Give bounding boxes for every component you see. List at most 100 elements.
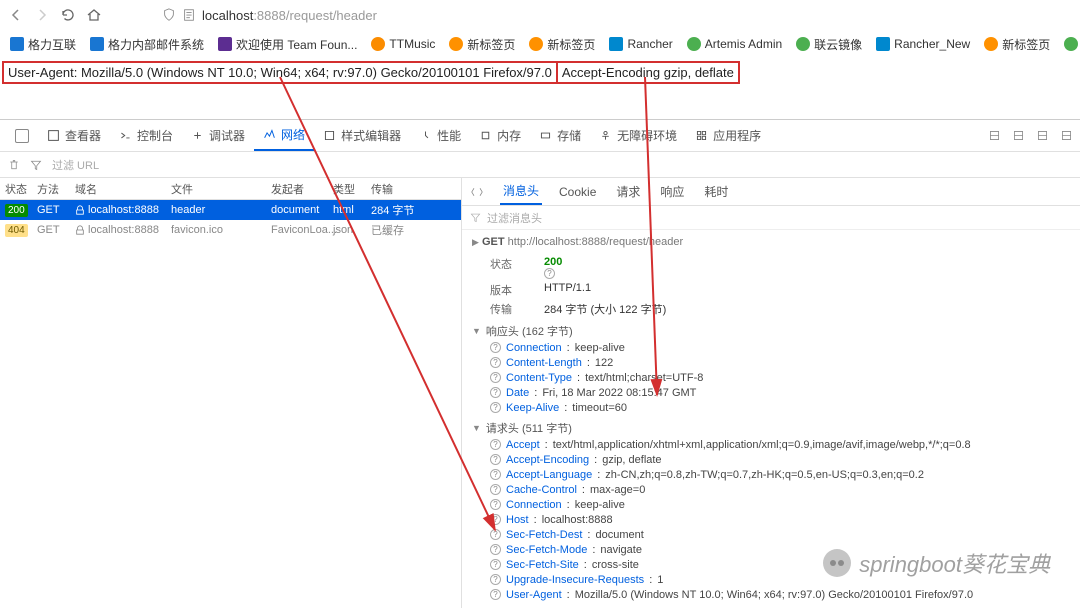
help-icon[interactable]: ? [490, 372, 501, 383]
help-icon[interactable]: ? [490, 514, 501, 525]
watermark: springboot葵花宝典 [823, 547, 1050, 579]
url-host: localhost [202, 8, 253, 23]
col-initiator[interactable]: 发起者 [266, 181, 328, 197]
tab-label: 存储 [557, 127, 581, 144]
help-icon[interactable]: ? [490, 439, 501, 450]
favicon-icon [449, 37, 463, 51]
help-icon[interactable]: ? [490, 544, 501, 555]
cell-initiator: document [266, 204, 328, 216]
panel-settings-icon[interactable] [986, 128, 1002, 144]
response-headers-section[interactable]: ▼ 响应头 (162 字节) [472, 323, 1070, 339]
devtools-tab[interactable]: 性能 [410, 120, 470, 151]
url-filter-input[interactable]: 过滤 URL [52, 157, 482, 173]
toggle-raw-icon[interactable] [468, 178, 486, 205]
bookmark-item[interactable]: 联云镜像 [796, 36, 862, 53]
url-bar[interactable]: localhost:8888/request/header [162, 8, 1072, 23]
help-icon[interactable]: ? [490, 484, 501, 495]
page-icon [182, 8, 196, 22]
table-row[interactable]: 200GETlocalhost:8888headerdocumenthtml28… [0, 200, 461, 220]
favicon-icon [984, 37, 998, 51]
inspector-picker-icon[interactable] [6, 120, 38, 151]
table-row[interactable]: 404GETlocalhost:8888favicon.icoFaviconLo… [0, 220, 461, 240]
details-panel: 消息头Cookie请求响应耗时 过滤消息头 ▶ GET http://local… [462, 178, 1080, 608]
bookmark-label: Rancher_New [894, 37, 970, 51]
devtools-tab[interactable]: 查看器 [38, 120, 110, 151]
devtools-tab[interactable]: 样式编辑器 [314, 120, 410, 151]
bookmark-item[interactable]: Artemis Admin [687, 37, 782, 51]
filter-icon[interactable] [30, 159, 42, 171]
devtools-tab[interactable]: 内存 [470, 120, 530, 151]
tab-icon [599, 129, 612, 142]
bookmark-item[interactable]: TTMusic [371, 37, 435, 51]
devtools-filter-bar: 过滤 URL [0, 152, 1080, 178]
detail-tab[interactable]: 耗时 [701, 178, 731, 205]
header-filter[interactable]: 过滤消息头 [462, 206, 1080, 230]
devtools-tab[interactable]: 调试器 [182, 120, 254, 151]
help-icon[interactable]: ? [490, 387, 501, 398]
devtools: 查看器控制台 调试器网络样式编辑器 性能内存 存储无障碍环境应用程序 过滤 URL 状… [0, 119, 1080, 608]
help-icon[interactable]: ? [490, 342, 501, 353]
detail-tab[interactable]: 消息头 [500, 178, 542, 205]
detail-tab[interactable]: 响应 [657, 178, 687, 205]
lock-icon [75, 225, 85, 235]
bookmark-item[interactable]: 新标签页 [449, 36, 515, 53]
help-icon[interactable]: ? [490, 469, 501, 480]
col-method[interactable]: 方法 [32, 181, 70, 197]
details-tabs: 消息头 Cookie 请求响应耗时 [462, 178, 1080, 206]
tab-label: 性能 [437, 127, 461, 144]
help-icon[interactable]: ? [490, 402, 501, 413]
bookmark-label: 联云镜像 [814, 36, 862, 53]
header-row: ?Cache-Control: max-age=0 [490, 484, 1070, 496]
panel-more-icon[interactable] [1034, 128, 1050, 144]
detail-tab[interactable]: 请求 [613, 178, 643, 205]
bookmark-item[interactable]: Rancher [609, 37, 672, 51]
detail-tab[interactable]: Cookie [556, 178, 599, 205]
devtools-tab[interactable]: 无障碍环境 [590, 120, 686, 151]
bookmark-item[interactable]: 欢迎使用 Team Foun... [218, 36, 357, 53]
bookmark-item[interactable]: 格力互联 [10, 36, 76, 53]
highlight-accept-encoding: Accept-Encoding gzip, deflate [558, 61, 740, 84]
bookmark-item[interactable]: 格力内部邮件系统 [90, 36, 204, 53]
request-headers-section[interactable]: ▼ 请求头 (511 字节) [472, 420, 1070, 436]
bookmark-label: 格力内部邮件系统 [108, 36, 204, 53]
help-icon[interactable]: ? [544, 268, 555, 279]
help-icon[interactable]: ? [490, 357, 501, 368]
back-icon[interactable] [8, 7, 24, 23]
favicon-icon [371, 37, 385, 51]
cell-file: header [166, 204, 266, 216]
help-icon[interactable]: ? [490, 559, 501, 570]
help-icon[interactable]: ? [490, 529, 501, 540]
request-table: 状态 方法 域名 文件 发起者 类型 传输 200GETlocalhost:88… [0, 178, 462, 608]
col-type[interactable]: 类型 [328, 181, 366, 197]
col-status[interactable]: 状态 [0, 181, 32, 197]
devtools-tab[interactable]: 应用程序 [686, 120, 770, 151]
devtools-tab[interactable]: 控制台 [110, 120, 182, 151]
col-transfer[interactable]: 传输 [366, 181, 424, 197]
favicon-icon [90, 37, 104, 51]
col-file[interactable]: 文件 [166, 181, 266, 197]
cell-initiator: FaviconLoa... [266, 224, 328, 236]
favicon-icon [609, 37, 623, 51]
panel-close-icon[interactable] [1058, 128, 1074, 144]
help-icon[interactable]: ? [490, 574, 501, 585]
bookmark-item[interactable]: 新标签页 [984, 36, 1050, 53]
cell-transfer: 已缓存 [366, 222, 424, 238]
trash-icon[interactable] [8, 159, 20, 171]
bookmark-item[interactable]: 新标签页 [529, 36, 595, 53]
tab-label: 调试器 [209, 127, 245, 144]
reload-icon[interactable] [60, 7, 76, 23]
tab-label: 查看器 [65, 127, 101, 144]
devtools-tab[interactable]: 存储 [530, 120, 590, 151]
home-icon[interactable] [86, 7, 102, 23]
bookmark-item[interactable]: BigDataapi接口文档 [1064, 36, 1080, 53]
col-domain[interactable]: 域名 [70, 181, 166, 197]
bookmark-item[interactable]: Rancher_New [876, 37, 970, 51]
tab-icon [263, 128, 276, 141]
panel-dock-icon[interactable] [1010, 128, 1026, 144]
forward-icon[interactable] [34, 7, 50, 23]
devtools-tab[interactable]: 网络 [254, 120, 314, 151]
help-icon[interactable]: ? [490, 499, 501, 510]
bookmark-label: 欢迎使用 Team Foun... [236, 36, 357, 53]
help-icon[interactable]: ? [490, 454, 501, 465]
header-row: ?Host: localhost:8888 [490, 514, 1070, 526]
